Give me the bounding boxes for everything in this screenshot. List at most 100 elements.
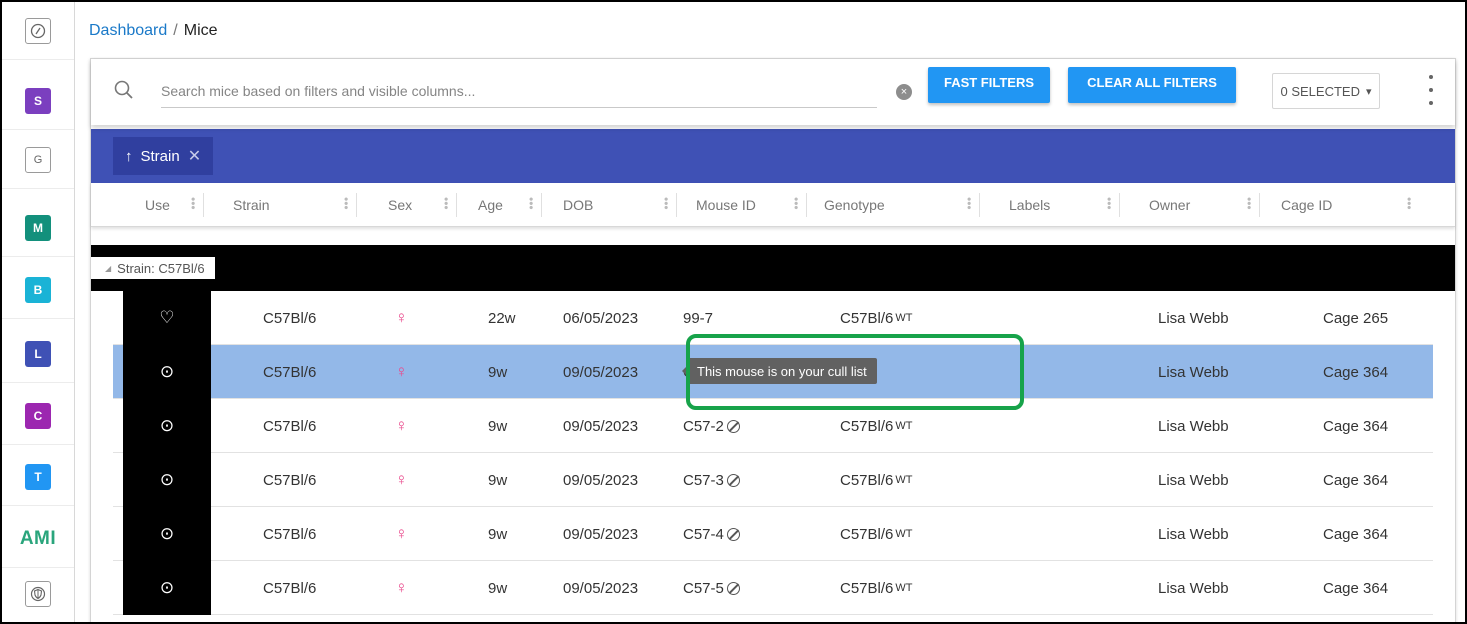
- table-row[interactable]: ⊙ C57Bl/6 ♀ 9w 09/05/2023 C57-5 C57Bl/6 WT Lisa …: [113, 561, 1433, 615]
- dob-text: 09/05/2023: [563, 579, 639, 597]
- genotype-superscript: WT: [895, 528, 913, 540]
- cell-sex: ♀: [395, 291, 408, 345]
- sidebar-item-s[interactable]: S: [2, 72, 74, 130]
- cull-block-icon[interactable]: [726, 473, 740, 487]
- column-header-genotype[interactable]: Genotype •••: [806, 183, 979, 227]
- breadcrumb: Dashboard / Mice: [89, 22, 218, 40]
- sidebar-tile-g: G: [25, 146, 51, 173]
- use-cell[interactable]: ⊙: [123, 561, 211, 615]
- strain-text: C57Bl/6: [263, 579, 317, 597]
- strain-text: C57Bl/6: [263, 363, 317, 381]
- cell-age: 9w: [488, 507, 507, 561]
- check-circle-icon: ⊙: [159, 524, 175, 543]
- cell-mouse-id: C57-3: [683, 453, 740, 507]
- sidebar-item-c[interactable]: C: [2, 387, 74, 445]
- sidebar-item-ami[interactable]: AMI: [2, 510, 74, 568]
- group-row-strain[interactable]: ◢ Strain: C57Bl/6: [91, 245, 1455, 291]
- dob-text: 09/05/2023: [563, 525, 639, 543]
- dashboard-icon: [25, 17, 51, 44]
- use-cell[interactable]: ⊙: [123, 399, 211, 453]
- cull-block-icon[interactable]: [726, 581, 740, 595]
- search-input[interactable]: [161, 74, 877, 108]
- cull-block-icon[interactable]: [726, 527, 740, 541]
- group-chip-strain[interactable]: ↑ Strain ✕: [113, 137, 214, 175]
- table-row[interactable]: ⊙ C57Bl/6 ♀ 9w 09/05/2023 C57-2 C57Bl/6 WT Lisa …: [113, 399, 1433, 453]
- group-label-text: Strain: C57Bl/6: [117, 260, 205, 276]
- sidebar-item-t[interactable]: T: [2, 448, 74, 506]
- close-icon[interactable]: ✕: [188, 146, 201, 166]
- dob-text: 09/05/2023: [563, 471, 639, 489]
- cage-text: Cage 364: [1323, 471, 1389, 489]
- group-chip-label: Strain: [140, 147, 180, 165]
- selected-dropdown[interactable]: 0 SELECTED ▾: [1272, 73, 1380, 109]
- sidebar-item-m[interactable]: M: [2, 199, 74, 257]
- use-cell[interactable]: ♡: [123, 291, 211, 345]
- cull-block-icon[interactable]: [726, 419, 740, 433]
- column-menu-icon[interactable]: •••: [1102, 197, 1116, 210]
- check-circle-icon: ⊙: [159, 416, 175, 435]
- cell-cage: Cage 265: [1323, 291, 1388, 345]
- expand-triangle-icon[interactable]: ◢: [105, 264, 111, 273]
- table-body: ◢ Strain: C57Bl/6 ♡ C57Bl/6 ♀ 22w 06/05/2023…: [91, 229, 1455, 622]
- column-menu-icon[interactable]: •••: [1242, 197, 1256, 210]
- column-menu-icon[interactable]: •••: [524, 197, 538, 210]
- cell-sex: ♀: [395, 399, 408, 453]
- cell-cage: Cage 364: [1323, 453, 1388, 507]
- cell-dob: 06/05/2023: [563, 291, 638, 345]
- cell-age: 9w: [488, 399, 507, 453]
- use-cell[interactable]: ⊙: [123, 453, 211, 507]
- more-vert-icon[interactable]: [1427, 75, 1435, 105]
- column-menu-icon[interactable]: •••: [186, 197, 200, 210]
- cell-mouse-id: C57-5: [683, 561, 740, 615]
- cage-text: Cage 364: [1323, 525, 1389, 543]
- mouse-id-text: C57-3: [683, 471, 724, 489]
- clear-search-icon[interactable]: ×: [896, 84, 912, 100]
- column-menu-icon[interactable]: •••: [439, 197, 453, 210]
- female-icon: ♀: [395, 470, 408, 489]
- cell-strain: C57Bl/6: [263, 561, 316, 615]
- cell-genotype: C57Bl/6 WT: [840, 399, 912, 453]
- table-row[interactable]: ⊙ C57Bl/6 ♀ 9w 09/05/2023 C57-4 C57Bl/6 WT Lisa …: [113, 507, 1433, 561]
- breadcrumb-dashboard-link[interactable]: Dashboard: [89, 22, 167, 39]
- fast-filters-button[interactable]: FAST FILTERS: [928, 67, 1050, 103]
- use-cell[interactable]: ⊙: [123, 507, 211, 561]
- column-header-owner[interactable]: Owner •••: [1119, 183, 1259, 227]
- column-menu-icon[interactable]: •••: [659, 197, 673, 210]
- female-icon: ♀: [395, 524, 408, 543]
- column-menu-icon[interactable]: •••: [1402, 197, 1416, 210]
- column-header-cage-id[interactable]: Cage ID •••: [1259, 183, 1419, 227]
- column-menu-icon[interactable]: •••: [339, 197, 353, 210]
- table-row[interactable]: ♡ C57Bl/6 ♀ 22w 06/05/2023 99-7 C57Bl/6 WT Lisa …: [113, 291, 1433, 345]
- female-icon: ♀: [395, 308, 408, 327]
- column-header-mouse-id[interactable]: Mouse ID •••: [676, 183, 806, 227]
- column-header-use[interactable]: Use •••: [113, 183, 203, 227]
- app-frame: S G M B L C T AMI Dashboard / Mice Searc…: [0, 0, 1467, 624]
- cell-age: 9w: [488, 561, 507, 615]
- sidebar-item-dashboard[interactable]: [2, 2, 74, 60]
- mouse-id-text: C57-2: [683, 417, 724, 435]
- column-menu-icon[interactable]: •••: [789, 197, 803, 210]
- cell-sex: ♀: [395, 453, 408, 507]
- column-header-label: Genotype: [824, 197, 885, 213]
- cell-dob: 09/05/2023: [563, 507, 638, 561]
- cell-cage: Cage 364: [1323, 507, 1388, 561]
- column-header-dob[interactable]: DOB •••: [541, 183, 676, 227]
- sort-asc-icon: ↑: [125, 147, 133, 165]
- column-header-age[interactable]: Age •••: [456, 183, 541, 227]
- cell-sex: ♀: [395, 345, 408, 399]
- table-row[interactable]: ⊙ C57Bl/6 ♀ 9w 09/05/2023 C57-3 C57Bl/6 WT Lisa …: [113, 453, 1433, 507]
- genotype-superscript: WT: [895, 582, 913, 594]
- column-header-sex[interactable]: Sex •••: [356, 183, 456, 227]
- group-row-label[interactable]: ◢ Strain: C57Bl/6: [91, 257, 215, 279]
- clear-all-filters-button[interactable]: CLEAR ALL FILTERS: [1068, 67, 1236, 103]
- chevron-down-icon: ▾: [1365, 85, 1372, 98]
- sidebar-item-l[interactable]: L: [2, 325, 74, 383]
- sidebar-item-b[interactable]: B: [2, 261, 74, 319]
- sidebar-item-security[interactable]: [2, 565, 74, 622]
- column-header-strain[interactable]: Strain •••: [203, 183, 356, 227]
- sidebar-item-g[interactable]: G: [2, 131, 74, 189]
- column-header-labels[interactable]: Labels •••: [979, 183, 1119, 227]
- female-icon: ♀: [395, 578, 408, 597]
- column-menu-icon[interactable]: •••: [962, 197, 976, 210]
- use-cell[interactable]: ⊙: [123, 345, 211, 399]
